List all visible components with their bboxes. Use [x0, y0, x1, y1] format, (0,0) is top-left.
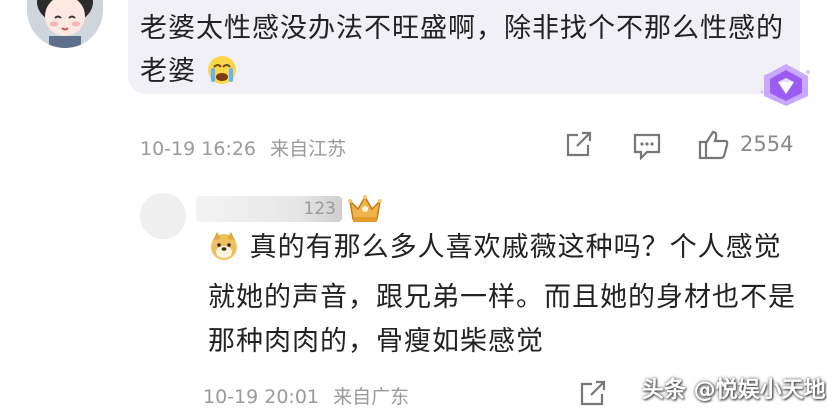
reply-share-icon[interactable]	[578, 380, 608, 412]
reply-username[interactable]: 123	[196, 196, 342, 222]
reply-timestamp: 10-19 20:01	[203, 386, 320, 408]
watermark: 头条 @悦娱小天地	[642, 378, 826, 403]
share-icon[interactable]	[564, 131, 594, 163]
reply-avatar[interactable]	[140, 193, 186, 239]
comment-text-block: 老婆太性感没办法不旺盛啊，除非找个不那么性感的老婆	[140, 7, 800, 99]
reply-text: 真的有那么多人喜欢戚薇这种吗？个人感觉就她的声音，跟兄弟一样。而且她的身材也不是…	[208, 232, 796, 357]
comment-timestamp: 10-19 16:26	[140, 138, 257, 160]
doge-emoji	[208, 230, 240, 276]
reply-text-block: 真的有那么多人喜欢戚薇这种吗？个人感觉就她的声音，跟兄弟一样。而且她的身材也不是…	[208, 226, 808, 364]
purple-gem-badge	[756, 62, 816, 108]
reply-location: 来自广东	[333, 386, 410, 408]
crown-badge	[346, 191, 384, 225]
reply-meta: 10-19 20:01 来自广东	[203, 382, 409, 409]
comment-icon[interactable]	[632, 132, 662, 164]
like-count: 2554	[740, 132, 794, 156]
like-icon[interactable]	[698, 129, 730, 165]
avatar[interactable]	[27, 0, 103, 48]
comment-location: 来自江苏	[270, 138, 347, 160]
crying-face-emoji	[206, 54, 238, 99]
comment-meta: 10-19 16:26 来自江苏	[140, 134, 346, 161]
